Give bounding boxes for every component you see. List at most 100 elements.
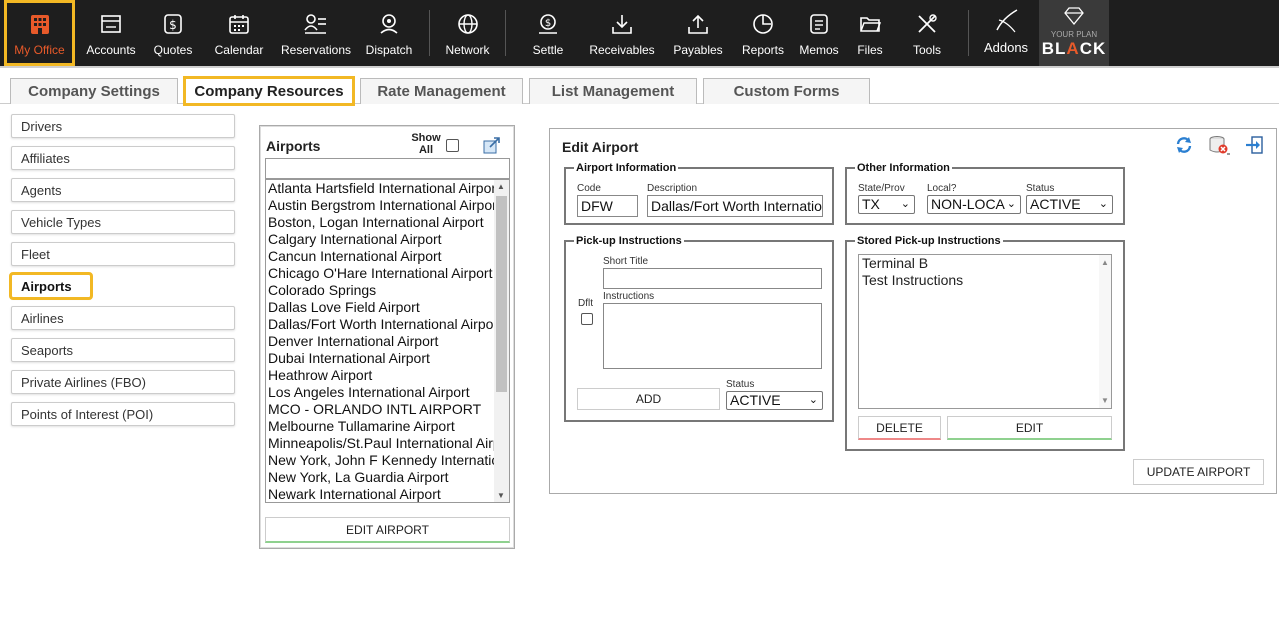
list-item[interactable]: Test Instructions — [859, 272, 1111, 289]
side-item-seaports[interactable]: Seaports — [11, 338, 235, 362]
addons-icon — [991, 6, 1021, 36]
local-select[interactable]: NON-LOCA ⌄ — [927, 195, 1021, 214]
pin-icon — [377, 12, 401, 36]
other-information-legend: Other Information — [857, 162, 950, 174]
list-item[interactable]: New York, La Guardia Airport — [266, 469, 495, 486]
side-item-fbo[interactable]: Private Airlines (FBO) — [11, 370, 235, 394]
list-item[interactable]: Minneapolis/St.Paul International Airpo — [266, 435, 495, 452]
plan-name: BLACK — [1041, 39, 1107, 58]
list-item[interactable]: Cancun International Airport — [266, 248, 495, 265]
side-item-airlines[interactable]: Airlines — [11, 306, 235, 330]
delete-instruction-button[interactable]: DELETE — [858, 416, 941, 440]
nav-files[interactable]: Files — [850, 0, 890, 66]
stored-instructions-list[interactable]: Terminal B Test Instructions ▲ ▼ — [858, 254, 1112, 409]
list-item[interactable]: Atlanta Hartsfield International Airport — [266, 180, 495, 197]
exit-icon[interactable] — [1244, 135, 1264, 158]
nav-dispatch[interactable]: Dispatch — [353, 0, 425, 66]
side-item-fleet[interactable]: Fleet — [11, 242, 235, 266]
nav-calendar[interactable]: Calendar — [199, 0, 279, 66]
nav-payables[interactable]: Payables — [658, 0, 738, 66]
nav-network[interactable]: Network — [434, 0, 501, 66]
scroll-up-icon[interactable]: ▲ — [1101, 258, 1109, 267]
airport-search-input[interactable] — [265, 158, 510, 179]
dflt-checkbox[interactable] — [581, 313, 593, 325]
pickup-status-select[interactable]: ACTIVE ⌄ — [726, 391, 823, 410]
scroll-up-icon[interactable]: ▲ — [497, 182, 505, 191]
edit-instruction-button[interactable]: EDIT — [947, 416, 1112, 440]
list-item[interactable]: Calgary International Airport — [266, 231, 495, 248]
map-export-icon[interactable] — [482, 135, 502, 158]
scroll-down-icon[interactable]: ▼ — [497, 491, 505, 500]
side-item-airports[interactable]: Airports — [9, 272, 93, 300]
nav-quotes[interactable]: $ Quotes — [147, 0, 199, 66]
calendar-icon — [227, 12, 251, 36]
nav-label: Files — [857, 43, 883, 57]
scroll-thumb[interactable] — [496, 196, 507, 392]
update-airport-button[interactable]: UPDATE AIRPORT — [1133, 459, 1264, 485]
nav-receivables[interactable]: Receivables — [586, 0, 658, 66]
list-item[interactable]: Newark International Airport — [266, 486, 495, 502]
side-item-poi[interactable]: Points of Interest (POI) — [11, 402, 235, 426]
list-item[interactable]: Denver International Airport — [266, 333, 495, 350]
nav-label: Quotes — [153, 43, 193, 57]
scroll-down-icon[interactable]: ▼ — [1101, 396, 1109, 405]
svg-text:$: $ — [545, 18, 551, 29]
stored-list-scrollbar[interactable]: ▲ ▼ — [1099, 255, 1111, 408]
list-item[interactable]: Boston, Logan International Airport — [266, 214, 495, 231]
list-item[interactable]: Heathrow Airport — [266, 367, 495, 384]
nav-tools[interactable]: Tools — [890, 0, 964, 66]
code-input[interactable]: DFW — [577, 195, 638, 217]
airport-list-scrollbar[interactable]: ▲ ▼ — [494, 180, 509, 502]
status-select[interactable]: ACTIVE ⌄ — [1026, 195, 1113, 214]
side-item-drivers[interactable]: Drivers — [11, 114, 235, 138]
side-item-agents[interactable]: Agents — [11, 178, 235, 202]
nav-addons[interactable]: Addons — [973, 0, 1039, 66]
state-select[interactable]: TX ⌄ — [858, 195, 915, 214]
nav-label: Accounts — [86, 43, 136, 57]
list-item[interactable]: Chicago O'Hare International Airport A — [266, 265, 495, 282]
plan-badge[interactable]: YOUR PLAN BLACK — [1039, 0, 1109, 66]
short-title-input[interactable] — [603, 268, 822, 289]
nav-reservations[interactable]: Reservations — [279, 0, 353, 66]
list-item[interactable]: Los Angeles International Airport — [266, 384, 495, 401]
list-item[interactable]: Dallas Love Field Airport — [266, 299, 495, 316]
description-input[interactable]: Dallas/Fort Worth Internatior — [647, 195, 823, 217]
tools-icon — [915, 12, 939, 36]
nav-label: Network — [445, 43, 490, 57]
nav-accounts[interactable]: Accounts — [75, 0, 147, 66]
edit-airport-button[interactable]: EDIT AIRPORT — [265, 517, 510, 543]
list-item[interactable]: MCO - ORLANDO INTL AIRPORT — [266, 401, 495, 418]
settings-tabs: Company Settings Company Resources Rate … — [0, 70, 1279, 106]
dflt-label: Dflt — [578, 298, 593, 309]
chevron-down-icon: ⌄ — [900, 198, 910, 210]
instructions-textarea[interactable] — [603, 303, 822, 369]
list-item[interactable]: Dubai International Airport — [266, 350, 495, 367]
show-all-checkbox[interactable] — [446, 139, 459, 152]
tab-rate-management[interactable]: Rate Management — [360, 78, 523, 104]
list-item[interactable]: Dallas/Fort Worth International Airport — [266, 316, 495, 333]
side-item-vehicle-types[interactable]: Vehicle Types — [11, 210, 235, 234]
pickup-instructions-legend: Pick-up Instructions — [576, 235, 682, 247]
person-list-icon — [304, 12, 328, 36]
tab-list-management[interactable]: List Management — [529, 78, 697, 104]
tab-company-settings[interactable]: Company Settings — [10, 78, 178, 104]
nav-my-office[interactable]: My Office — [4, 0, 75, 66]
tab-custom-forms[interactable]: Custom Forms — [703, 78, 870, 104]
svg-text:$: $ — [169, 18, 177, 32]
nav-settle[interactable]: $ Settle — [510, 0, 586, 66]
list-item[interactable]: Austin Bergstrom International Airport — [266, 197, 495, 214]
list-item[interactable]: New York, John F Kennedy Internation — [266, 452, 495, 469]
nav-label: Addons — [983, 40, 1029, 55]
tab-company-resources[interactable]: Company Resources — [183, 76, 355, 106]
nav-memos[interactable]: Memos — [788, 0, 850, 66]
refresh-icon[interactable] — [1174, 135, 1194, 158]
airport-listbox[interactable]: Atlanta Hartsfield International Airport… — [265, 179, 510, 503]
delete-record-icon[interactable] — [1208, 135, 1230, 158]
list-item[interactable]: Colorado Springs — [266, 282, 495, 299]
add-instruction-button[interactable]: ADD — [577, 388, 720, 410]
nav-reports[interactable]: Reports — [738, 0, 788, 66]
list-item[interactable]: Terminal B — [859, 255, 1111, 272]
show-all-label: Show All — [411, 132, 441, 156]
list-item[interactable]: Melbourne Tullamarine Airport — [266, 418, 495, 435]
side-item-affiliates[interactable]: Affiliates — [11, 146, 235, 170]
